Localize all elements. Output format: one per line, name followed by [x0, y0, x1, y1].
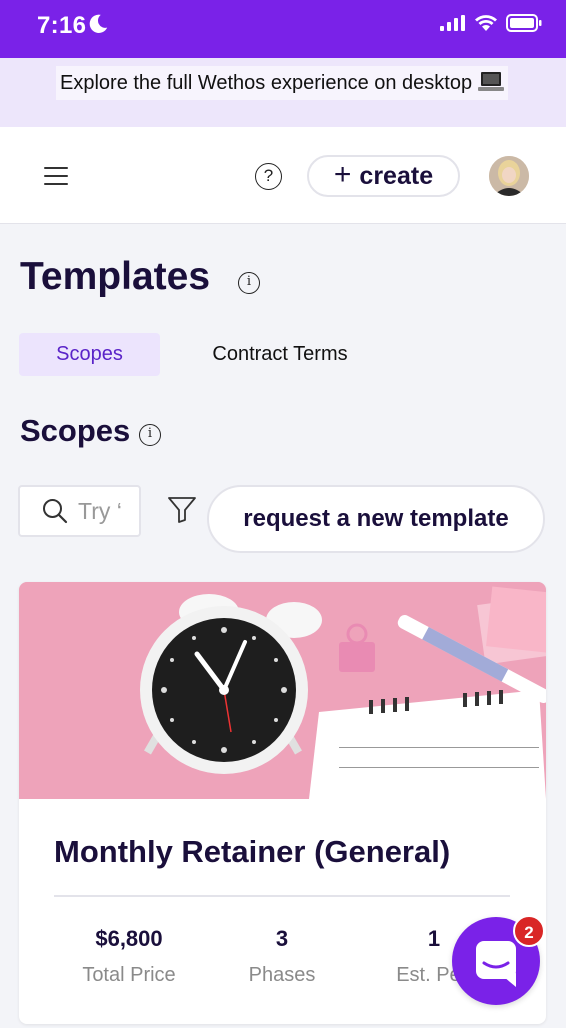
status-bar: 7:16	[0, 0, 566, 58]
avatar-image	[489, 156, 529, 196]
create-button[interactable]: + create	[307, 155, 460, 197]
moon-icon	[89, 14, 108, 33]
banner-message: Explore the full Wethos experience on de…	[56, 66, 509, 100]
help-icon[interactable]: ?	[255, 163, 282, 190]
stat-value: $6,800	[95, 926, 163, 951]
signal-icon	[440, 15, 465, 31]
desktop-banner: Explore the full Wethos experience on de…	[0, 58, 566, 127]
page-title: Templates	[20, 255, 211, 298]
stat-value: 3	[275, 926, 289, 951]
section-title: Scopes	[20, 413, 131, 448]
battery-icon	[506, 14, 542, 32]
card-divider	[54, 895, 510, 897]
banner-text: Explore the full Wethos experience on de…	[60, 72, 473, 94]
tab-scopes[interactable]: Scopes	[19, 333, 160, 376]
section-info-icon[interactable]: i	[139, 424, 161, 446]
app-header: ? + create	[0, 127, 566, 224]
search-icon	[43, 499, 68, 524]
hamburger-menu-icon[interactable]	[44, 165, 70, 187]
card-title: Monthly Retainer (General)	[54, 834, 451, 869]
filter-icon[interactable]	[167, 496, 197, 524]
info-icon[interactable]: i	[238, 272, 260, 294]
search-input[interactable]	[78, 497, 124, 525]
stat-label: Total Price	[82, 964, 176, 986]
wifi-icon	[475, 15, 497, 31]
request-template-button[interactable]: request a new template	[207, 485, 545, 553]
laptop-icon	[478, 71, 505, 91]
stat-total-price: $6,800 Total Price	[54, 926, 204, 987]
notification-badge: 2	[513, 915, 545, 947]
stat-label: Phases	[248, 964, 316, 986]
user-avatar[interactable]	[489, 156, 529, 196]
create-label: create	[359, 161, 434, 190]
stat-phases: 3 Phases	[207, 926, 357, 987]
plus-icon: +	[333, 157, 352, 191]
search-box[interactable]	[18, 485, 141, 537]
tab-contract-terms[interactable]: Contract Terms	[200, 333, 360, 376]
status-icons	[440, 14, 542, 32]
status-time: 7:16	[37, 12, 87, 39]
card-image	[19, 582, 546, 799]
